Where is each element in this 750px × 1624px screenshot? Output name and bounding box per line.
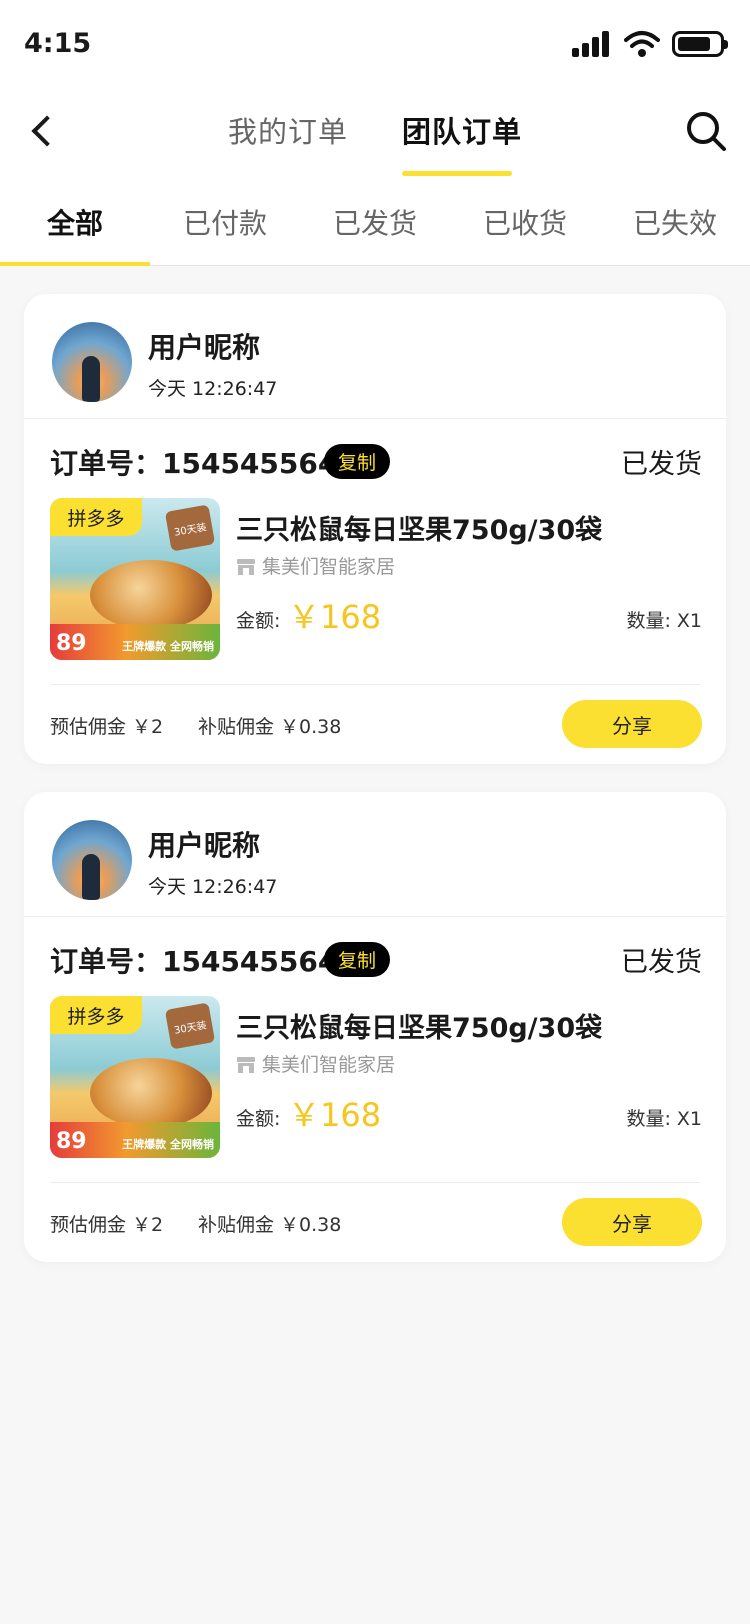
estimated-commission: 预估佣金 ￥2 <box>50 1214 164 1236</box>
divider <box>50 684 700 685</box>
filter-received[interactable]: 已收货 <box>450 202 600 242</box>
tab-my-orders[interactable]: 我的订单 <box>228 109 348 151</box>
product-title[interactable]: 三只松鼠每日坚果750g/30袋 <box>236 1006 602 1045</box>
product-title[interactable]: 三只松鼠每日坚果750g/30袋 <box>236 508 602 547</box>
store-icon <box>237 1057 255 1073</box>
image-slogan: 王牌爆款 全网畅销 <box>122 1138 214 1151</box>
store-icon <box>237 559 255 575</box>
filter-expired[interactable]: 已失效 <box>600 202 750 242</box>
amount-label: 金额: <box>236 610 281 632</box>
order-time: 今天 12:26:47 <box>148 378 278 400</box>
order-status: 已发货 <box>621 947 702 978</box>
amount-value: ￥168 <box>288 598 382 636</box>
status-time: 4:15 <box>24 28 92 59</box>
filter-all[interactable]: 全部 <box>0 202 150 242</box>
order-status: 已发货 <box>621 449 702 480</box>
battery-icon <box>672 31 728 57</box>
filter-underline <box>0 262 150 266</box>
avatar <box>52 820 132 900</box>
wifi-icon <box>624 31 660 57</box>
image-price: 89 <box>56 631 87 656</box>
share-button[interactable]: 分享 <box>562 700 702 748</box>
divider <box>50 1182 700 1183</box>
quantity: 数量: X1 <box>626 610 702 632</box>
avatar <box>52 322 132 402</box>
image-slogan: 王牌爆款 全网畅销 <box>122 640 214 653</box>
top-nav: 我的订单 团队订单 <box>0 95 750 176</box>
back-icon <box>31 115 63 147</box>
nut-bowl-graphic <box>90 560 212 630</box>
platform-tag: 拼多多 <box>50 996 142 1034</box>
copy-button[interactable]: 复制 <box>324 444 391 479</box>
subsidy-commission: 补贴佣金 ￥0.38 <box>198 716 342 738</box>
signal-icon <box>572 31 612 57</box>
back-button[interactable] <box>20 109 64 153</box>
copy-button[interactable]: 复制 <box>324 942 391 977</box>
filter-paid[interactable]: 已付款 <box>150 202 300 242</box>
estimated-commission: 预估佣金 ￥2 <box>50 716 164 738</box>
product-image[interactable]: 30天装 89 王牌爆款 全网畅销 拼多多 <box>50 996 220 1158</box>
filter-tabs: 全部 已付款 已发货 已收货 已失效 <box>0 190 750 266</box>
filter-shipped[interactable]: 已发货 <box>300 202 450 242</box>
image-price: 89 <box>56 1129 87 1154</box>
order-time: 今天 12:26:47 <box>148 876 278 898</box>
subsidy-commission: 补贴佣金 ￥0.38 <box>198 1214 342 1236</box>
order-card: 用户昵称 今天 12:26:47 订单号：154545564 复制 已发货 30… <box>24 294 726 764</box>
share-button[interactable]: 分享 <box>562 1198 702 1246</box>
user-name: 用户昵称 <box>148 331 261 364</box>
store-name: 集美们智能家居 <box>262 556 396 578</box>
store-name: 集美们智能家居 <box>262 1054 396 1076</box>
quantity: 数量: X1 <box>626 1108 702 1130</box>
nut-bowl-graphic <box>90 1058 212 1128</box>
tab-underline <box>402 171 512 176</box>
search-icon[interactable] <box>684 109 728 153</box>
user-name: 用户昵称 <box>148 829 261 862</box>
amount-label: 金额: <box>236 1108 281 1130</box>
product-image[interactable]: 30天装 89 王牌爆款 全网畅销 拼多多 <box>50 498 220 660</box>
image-badge: 30天装 <box>164 1002 216 1050</box>
status-icons <box>572 30 728 58</box>
order-card: 用户昵称 今天 12:26:47 订单号：154545564 复制 已发货 30… <box>24 792 726 1262</box>
order-number: 订单号：154545564 <box>50 447 338 480</box>
divider <box>24 916 726 917</box>
order-number: 订单号：154545564 <box>50 945 338 978</box>
tab-team-orders[interactable]: 团队订单 <box>402 109 522 151</box>
status-bar: 4:15 <box>0 0 750 90</box>
image-badge: 30天装 <box>164 504 216 552</box>
platform-tag: 拼多多 <box>50 498 142 536</box>
divider <box>24 418 726 419</box>
amount-value: ￥168 <box>288 1096 382 1134</box>
